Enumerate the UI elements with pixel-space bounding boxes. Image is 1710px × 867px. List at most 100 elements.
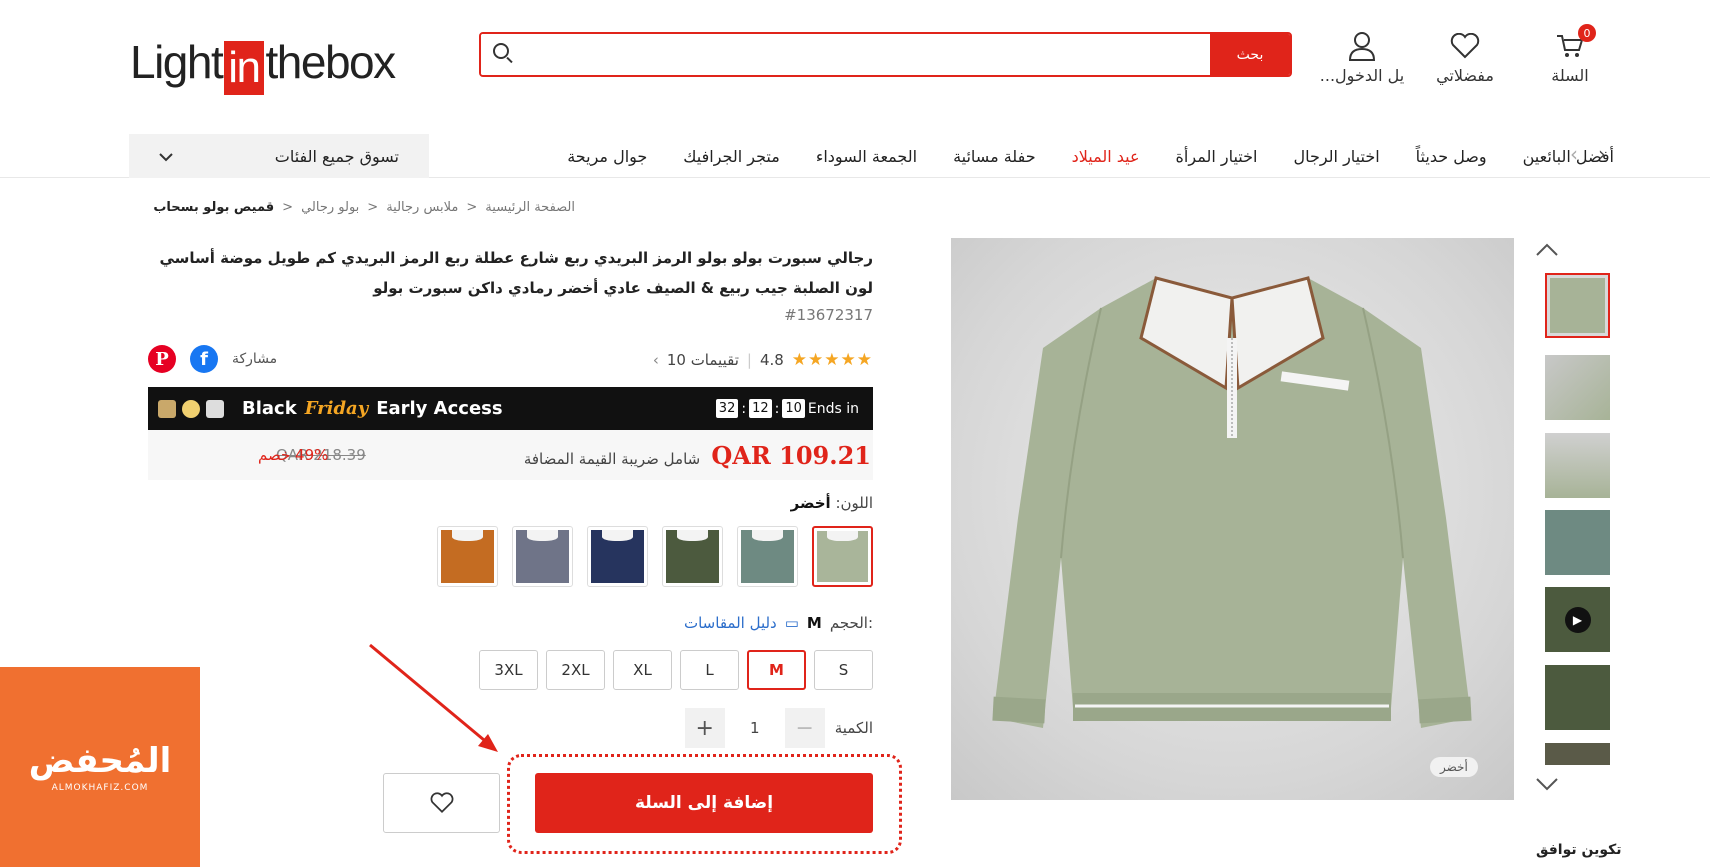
nav-link-5[interactable]: حفلة مسائية — [953, 147, 1036, 166]
breadcrumb-item-0[interactable]: الصفحة الرئيسية — [485, 200, 575, 215]
breadcrumb-item-3: قميص بولو بسحاب — [153, 200, 275, 215]
login-label: ...يل الدخول — [1319, 66, 1405, 85]
watermark-sub: ALMOKHAFIZ.COM — [51, 783, 149, 793]
nav-link-6[interactable]: الجمعة السوداء — [816, 147, 917, 166]
timer-seconds: 10 — [782, 399, 805, 418]
highlight-annotation — [507, 754, 902, 854]
cart-icon: 0 — [1540, 24, 1600, 62]
nav-link-8[interactable]: جوال مريحة — [567, 147, 647, 166]
search-icon — [493, 43, 509, 59]
favorites-link[interactable]: مفضلاتي — [1420, 30, 1510, 85]
color-swatch-5[interactable] — [437, 526, 498, 587]
color-swatch-1[interactable] — [737, 526, 798, 587]
plus-icon[interactable]: + — [684, 708, 725, 748]
thumbnail-4[interactable] — [1545, 510, 1610, 575]
site-logo[interactable]: Light in thebox — [130, 30, 396, 95]
swatch-image — [741, 530, 794, 583]
nav-prev-icon[interactable]: ‹ — [1570, 142, 1578, 166]
nav-link-3[interactable]: اختيار المرأة — [1176, 147, 1258, 166]
discount-badge: 49% خصم — [258, 446, 329, 464]
nav-link-2[interactable]: اختيار الرجال — [1293, 147, 1379, 166]
search-bar: بحث — [479, 32, 1292, 77]
minus-icon[interactable]: − — [784, 708, 825, 748]
color-swatch-4[interactable] — [512, 526, 573, 587]
size-guide-link[interactable]: دليل المقاسات — [684, 614, 777, 632]
color-label: اللون: أخضر — [791, 494, 873, 512]
logo-text-in: in — [224, 41, 264, 95]
thumbnail-2[interactable] — [1545, 355, 1610, 420]
current-price: QAR 109.21 — [711, 440, 871, 470]
quantity-label: الكمية — [834, 719, 873, 737]
swatch-image — [591, 530, 644, 583]
thumbnail-5-video[interactable]: ▶ — [1545, 587, 1610, 652]
chevron-left-icon: ‹ — [652, 351, 659, 369]
color-value: أخضر — [790, 494, 831, 512]
size-option-m[interactable]: M — [747, 650, 806, 690]
breadcrumb: الصفحة الرئيسية > ملابس رجالية > بولو رجالي >… — [153, 200, 575, 215]
nav-next-icon[interactable]: › — [1598, 142, 1606, 166]
thumbnail-1[interactable] — [1545, 273, 1610, 338]
rating-value: 4.8 — [759, 351, 784, 369]
cart-count-badge: 0 — [1578, 24, 1596, 42]
size-option-l[interactable]: L — [680, 650, 739, 690]
nav-arrows: ‹ › — [1570, 142, 1606, 166]
breadcrumb-separator: > — [282, 200, 294, 215]
all-categories-button[interactable]: تسوق جميع الفئات — [129, 134, 429, 178]
thumbnail-7[interactable] — [1545, 743, 1610, 765]
main-product-image[interactable] — [951, 238, 1514, 800]
reviews-count[interactable]: 10 تقييمات — [667, 351, 739, 369]
product-title: رجالي سبورت بولو بولو الرمز البريدي ربع … — [159, 249, 874, 297]
breadcrumb-item-1[interactable]: ملابس رجالية — [386, 200, 458, 215]
nav-link-1[interactable]: وصل حديثاً — [1416, 147, 1487, 166]
black-friday-banner: Black Friday Early Access 32: 12: 10 End… — [148, 387, 873, 430]
thumbs-down-icon[interactable] — [1535, 772, 1559, 796]
facebook-icon[interactable]: f — [190, 345, 218, 373]
color-swatches — [437, 526, 873, 587]
ruler-icon: ▭ — [784, 614, 799, 632]
image-color-tag: أخضر — [1430, 757, 1478, 777]
ends-in-label: Ends in — [807, 400, 859, 417]
promo-black: Black — [242, 398, 297, 419]
quantity-value[interactable]: 1 — [725, 719, 785, 737]
size-options: S M L XL 2XL 3XL — [479, 650, 873, 690]
size-option-s[interactable]: S — [814, 650, 873, 690]
cart-link[interactable]: 0 السلة — [1540, 24, 1600, 85]
share-row: P f مشاركة — [148, 345, 277, 373]
user-icon — [1312, 30, 1412, 62]
search-button[interactable]: بحث — [1210, 34, 1290, 75]
pinterest-icon[interactable]: P — [148, 345, 176, 373]
rating-row[interactable]: ★★★★★ 4.8 | 10 تقييمات ‹ — [653, 350, 873, 370]
nav-links: أفضل البائعين وصل حديثاً اختيار الرجال اختي… — [567, 134, 1614, 178]
breadcrumb-item-2[interactable]: بولو رجالي — [301, 200, 359, 215]
breadcrumb-separator: > — [367, 200, 379, 215]
size-option-xl[interactable]: XL — [613, 650, 672, 690]
size-option-2xl[interactable]: 2XL — [546, 650, 605, 690]
chevron-down-icon — [159, 147, 173, 166]
shirt-image — [992, 276, 1472, 728]
swatch-image — [441, 530, 494, 583]
timer-hours: 32 — [715, 399, 739, 418]
thumbnail-3[interactable] — [1545, 433, 1610, 498]
color-swatch-3[interactable] — [587, 526, 648, 587]
all-categories-label: تسوق جميع الفئات — [274, 146, 399, 166]
thumbnail-6[interactable] — [1545, 665, 1610, 730]
wishlist-button[interactable] — [383, 773, 500, 833]
rating-divider: | — [746, 351, 752, 369]
share-label: مشاركة — [232, 351, 278, 367]
play-icon: ▶ — [1564, 606, 1591, 633]
search-input[interactable] — [481, 34, 1210, 75]
favorites-label: مفضلاتي — [1436, 66, 1494, 85]
color-swatch-0[interactable] — [812, 526, 873, 587]
watermark-logo: المُحفض ALMOKHAFIZ.COM — [0, 667, 200, 867]
nav-link-7[interactable]: متجر الجرافيك — [683, 147, 780, 166]
nav-link-4[interactable]: عيد الميلاد — [1072, 147, 1140, 166]
swatch-image — [817, 531, 868, 582]
login-link[interactable]: ...يل الدخول — [1312, 30, 1412, 85]
quantity-stepper: الكمية − 1 + — [684, 708, 873, 748]
thumbs-up-icon[interactable] — [1535, 238, 1559, 262]
cart-label: السلة — [1551, 66, 1589, 85]
price-row: QAR 109.21 شامل ضريبة القيمة المضافة QAR… — [148, 430, 873, 480]
watermark-title: المُحفض — [28, 741, 172, 781]
color-swatch-2[interactable] — [662, 526, 723, 587]
size-label-row: الحجم: M ▭ دليل المقاسات — [684, 614, 873, 632]
